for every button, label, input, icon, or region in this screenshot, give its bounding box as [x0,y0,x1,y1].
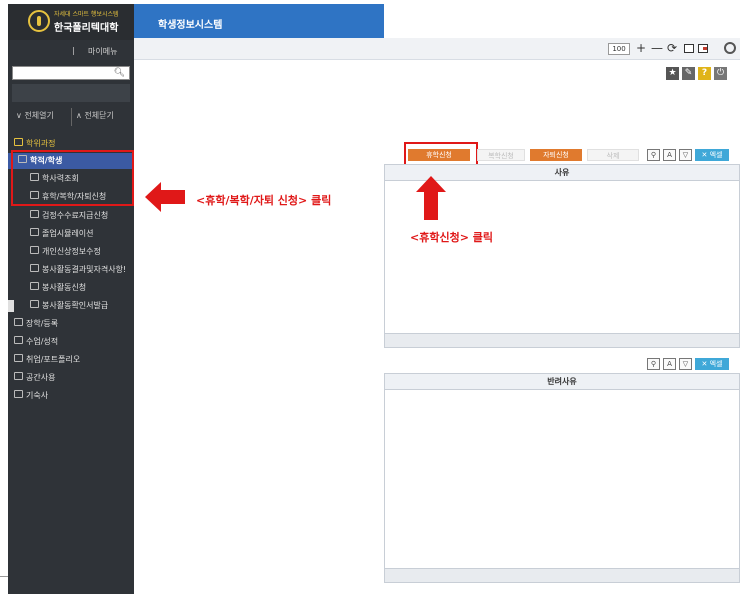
exit-icon[interactable]: ⏻ [714,67,727,80]
annotation-arrow-up-icon [416,176,446,220]
filter-icon[interactable]: ▽ [679,358,692,370]
edit-icon[interactable]: ✎ [682,67,695,80]
folder-open-icon [14,138,23,146]
annotation-left-text: <휴학/복학/자퇴 신청> 클릭 [196,194,332,207]
crop-mark [0,576,8,596]
refresh-button[interactable]: ⟳ [667,41,677,55]
withdraw-apply-button[interactable]: 자퇴신청 [530,149,582,161]
edit-icon [30,264,39,272]
text-size-icon[interactable]: A [663,358,676,370]
search-icon[interactable]: 🔍︎ [114,68,125,78]
menu-search-input[interactable]: 🔍︎ [12,66,130,80]
zoom-input[interactable]: 100 [608,43,630,55]
logo[interactable]: 자세대 스마트 행보시스템 한국폴리텍대학 [8,4,134,40]
return-apply-button[interactable]: 복학신청 [477,149,525,161]
tree-group-space[interactable]: 공간사용 [8,370,134,386]
zoom-out-button[interactable]: — [651,41,663,55]
expander-divider [71,108,72,126]
tree-group-scholarship[interactable]: 장학/등록 [8,316,134,332]
tree-item-personal-info[interactable]: 개인신상정보수정 [8,244,134,260]
excel-export-button[interactable]: ✕ 엑셀 [695,358,729,370]
close-window-icon[interactable] [698,44,708,53]
screen: 자세대 스마트 행보시스템 한국폴리텍대학 | 마이메뉴 🔍︎ ∨ 전체열기 ∧… [0,0,752,599]
grid-footer [385,333,739,347]
edit-icon [30,210,39,218]
folder-icon [14,372,23,380]
search-icon[interactable]: ⚲ [647,149,660,161]
folder-icon [14,336,23,344]
reject-reason-column-header[interactable]: 반려사유 [385,374,739,390]
text-size-icon[interactable]: A [663,149,676,161]
help-icon[interactable]: ? [698,67,711,80]
tree-group-dormitory[interactable]: 기숙사 [8,388,134,404]
window-icon[interactable] [684,44,694,53]
mymenu-link[interactable]: 마이메뉴 [88,46,117,57]
filter-icon[interactable]: ▽ [679,149,692,161]
sidebar-collapse-handle[interactable] [8,300,14,312]
folder-icon [14,354,23,362]
tree-item-exam-fee[interactable]: 검정수수료지급신청 [8,208,134,224]
zoom-in-button[interactable]: + [636,41,646,55]
highlight-box-menu [11,150,134,206]
favorite-star-icon[interactable]: ★ [666,67,679,80]
header-bar: 학생정보시스템 [134,4,384,38]
toolbar: 100 + — ⟳ [134,38,740,60]
mymenu-bar: | 마이메뉴 [8,46,134,60]
folder-icon [14,390,23,398]
menu-info-box [12,84,130,102]
folder-icon [14,318,23,326]
mymenu-separator: | [72,46,75,55]
search-icon[interactable]: ⚲ [647,358,660,370]
annotation-up-text: <휴학신청> 클릭 [410,231,493,244]
tree-group-employment[interactable]: 취업/포트폴리오 [8,352,134,368]
logo-bulb-icon [28,10,50,32]
delete-button[interactable]: 삭제 [587,149,639,161]
sidebar: 자세대 스마트 행보시스템 한국폴리텍대학 | 마이메뉴 🔍︎ ∨ 전체열기 ∧… [8,4,134,594]
leave-apply-button[interactable]: 휴학신청 [408,149,470,161]
logo-name: 한국폴리텍대학 [54,23,119,34]
excel-export-button[interactable]: ✕ 엑셀 [695,149,729,161]
edit-icon [30,282,39,290]
grid-footer [385,568,739,582]
logo-tagline: 자세대 스마트 행보시스템 [54,11,119,18]
edit-icon [30,246,39,254]
settings-icon[interactable] [724,42,736,54]
tree-item-volunteer-apply[interactable]: 봉사활동신청 [8,280,134,296]
tree-item-volunteer-certificate[interactable]: 봉사활동확인서발급 [8,298,134,314]
collapse-all-button[interactable]: ∧ 전체닫기 [76,110,114,124]
expand-all-button[interactable]: ∨ 전체열기 [16,110,54,124]
system-title: 학생정보시스템 [158,20,223,31]
annotation-arrow-left-icon [145,182,185,212]
tree-item-graduation-simulation[interactable]: 졸업시뮬레이션 [8,226,134,242]
tree-item-volunteer-results[interactable]: 봉사활동결과및자격사항! [8,262,134,278]
reject-reason-grid: 반려사유 [384,373,740,583]
edit-icon [30,228,39,236]
tree-group-classes-grades[interactable]: 수업/성적 [8,334,134,350]
edit-icon [30,300,39,308]
